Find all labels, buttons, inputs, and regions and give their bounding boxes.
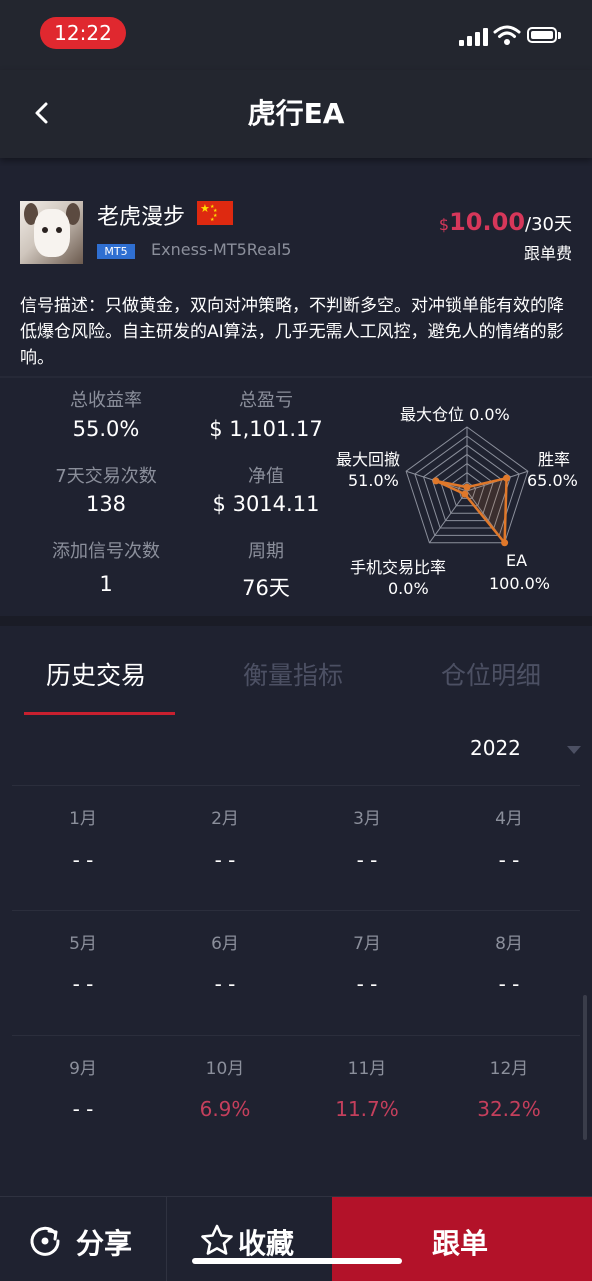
wifi-icon — [493, 25, 521, 45]
year-selector[interactable]: 2022 — [470, 736, 521, 760]
avatar[interactable] — [20, 201, 83, 264]
month-label: 4月 — [495, 809, 523, 829]
history-section: 历史交易 衡量指标 仓位明细 2022 1月 - - 2月 - - 3月 - -… — [0, 626, 592, 1196]
month-return: 11.7% — [335, 1097, 399, 1121]
status-bar: 12:22 — [0, 0, 592, 70]
signal-name: 老虎漫步 — [97, 205, 186, 230]
month-return: - - — [356, 848, 378, 872]
scrollbar[interactable] — [583, 995, 587, 1140]
favorite-button[interactable]: 收藏 — [166, 1197, 333, 1281]
radar-label-win-rate: 胜率 — [538, 450, 571, 469]
month-label: 6月 — [211, 934, 239, 954]
month-return: - - — [214, 972, 236, 996]
month-label: 12月 — [489, 1059, 529, 1079]
china-flag-icon: ★ ★ ★ ★ ★ — [197, 201, 233, 225]
row-divider — [12, 910, 580, 911]
month-label: 9月 — [69, 1059, 97, 1079]
month-return: - - — [498, 972, 520, 996]
favorite-label: 收藏 — [238, 1227, 295, 1260]
back-arrow-icon[interactable] — [30, 100, 54, 126]
radar-chart: 最大仓位 0.0% 胜率 65.0% 最大回撤 51.0% EA 100.0% … — [330, 391, 592, 611]
app-header: 虎行EA — [0, 70, 592, 158]
price-currency: $ — [438, 215, 450, 234]
home-indicator[interactable] — [192, 1258, 402, 1264]
month-return: 6.9% — [199, 1097, 251, 1121]
radar-point-0 — [463, 483, 471, 491]
share-button[interactable]: 分享 — [0, 1197, 165, 1281]
month-return: - - — [498, 848, 520, 872]
cellular-signal-icon — [459, 28, 489, 46]
radar-value-win-rate: 65.0% — [527, 471, 578, 490]
status-time: 12:22 — [40, 17, 126, 49]
row-divider — [12, 1035, 580, 1036]
tab-positions[interactable]: 仓位明细 — [441, 656, 541, 692]
follow-label: 跟单 — [432, 1227, 489, 1260]
month-label: 10月 — [205, 1059, 245, 1079]
month-return: - - — [72, 848, 94, 872]
stat-label-signal-adds: 添加信号次数 — [52, 541, 160, 562]
price-label: 跟单费 — [523, 244, 572, 263]
stat-label-period: 周期 — [248, 541, 284, 562]
stat-value-period: 76天 — [242, 576, 290, 600]
star-icon — [201, 1224, 233, 1255]
stat-label-equity: 净值 — [248, 466, 284, 487]
section-divider — [0, 616, 592, 626]
battery-icon — [527, 27, 557, 43]
price-amount: 10.00 — [449, 208, 526, 236]
stat-label-total-return: 总收益率 — [70, 390, 142, 411]
radar-point-2 — [501, 539, 509, 547]
radar-label-max-position: 最大仓位 0.0% — [400, 405, 510, 424]
stat-value-total-pnl: $ 1,101.17 — [209, 417, 323, 441]
radar-value-mobile-ratio: 0.0% — [388, 579, 429, 598]
radar-label-max-drawdown: 最大回撤 — [336, 450, 401, 469]
radar-label-ea: EA — [506, 551, 528, 570]
active-tab-indicator — [24, 712, 175, 715]
month-label: 7月 — [353, 934, 381, 954]
month-label: 5月 — [69, 934, 97, 954]
broker-server: Exness-MT5Real5 — [151, 240, 292, 259]
month-label: 8月 — [495, 934, 523, 954]
stat-value-signal-adds: 1 — [99, 572, 113, 596]
subscription-price: $10.00/30天 — [439, 208, 572, 236]
month-return: - - — [72, 1097, 94, 1121]
divider — [0, 376, 592, 378]
tab-metrics[interactable]: 衡量指标 — [243, 656, 343, 692]
signal-profile: 老虎漫步 ★ ★ ★ ★ ★ MT5 Exness-MT5Real5 $10.0… — [0, 166, 592, 616]
month-label: 2月 — [211, 809, 239, 829]
month-return: - - — [356, 972, 378, 996]
radar-label-mobile-ratio: 手机交易比率 — [350, 558, 447, 577]
radar-value-max-drawdown: 51.0% — [348, 471, 399, 490]
stat-value-total-return: 55.0% — [72, 417, 140, 441]
price-period: /30天 — [525, 214, 572, 235]
month-label: 1月 — [69, 809, 97, 829]
month-return: 32.2% — [477, 1097, 541, 1121]
page-title: 虎行EA — [247, 97, 345, 130]
battery-tip — [558, 32, 561, 39]
chevron-down-icon[interactable] — [567, 746, 581, 754]
radar-value-polygon — [435, 476, 508, 547]
share-icon — [30, 1226, 60, 1256]
month-return: - - — [72, 972, 94, 996]
share-label: 分享 — [76, 1227, 133, 1260]
bottom-action-bar: 分享 收藏 跟单 — [0, 1196, 592, 1281]
stat-label-total-pnl: 总盈亏 — [239, 390, 293, 411]
platform-badge: MT5 — [97, 244, 135, 259]
stat-label-7day-trades: 7天交易次数 — [55, 466, 157, 487]
tab-history-trades[interactable]: 历史交易 — [46, 656, 146, 692]
radar-point-4 — [432, 477, 440, 485]
radar-value-ea: 100.0% — [489, 574, 551, 593]
follow-trade-button[interactable]: 跟单 — [332, 1197, 592, 1281]
row-divider — [12, 785, 580, 786]
signal-description: 信号描述：只做黄金，双向对冲策略，不判断多空。对冲锁单能有效的降低爆仓风险。自主… — [20, 296, 564, 368]
stat-value-7day-trades: 138 — [85, 492, 127, 516]
month-label: 11月 — [347, 1059, 387, 1079]
radar-point-3 — [461, 490, 469, 498]
month-return: - - — [214, 848, 236, 872]
stat-value-equity: $ 3014.11 — [212, 492, 320, 516]
radar-point-1 — [503, 474, 511, 482]
month-label: 3月 — [353, 809, 381, 829]
